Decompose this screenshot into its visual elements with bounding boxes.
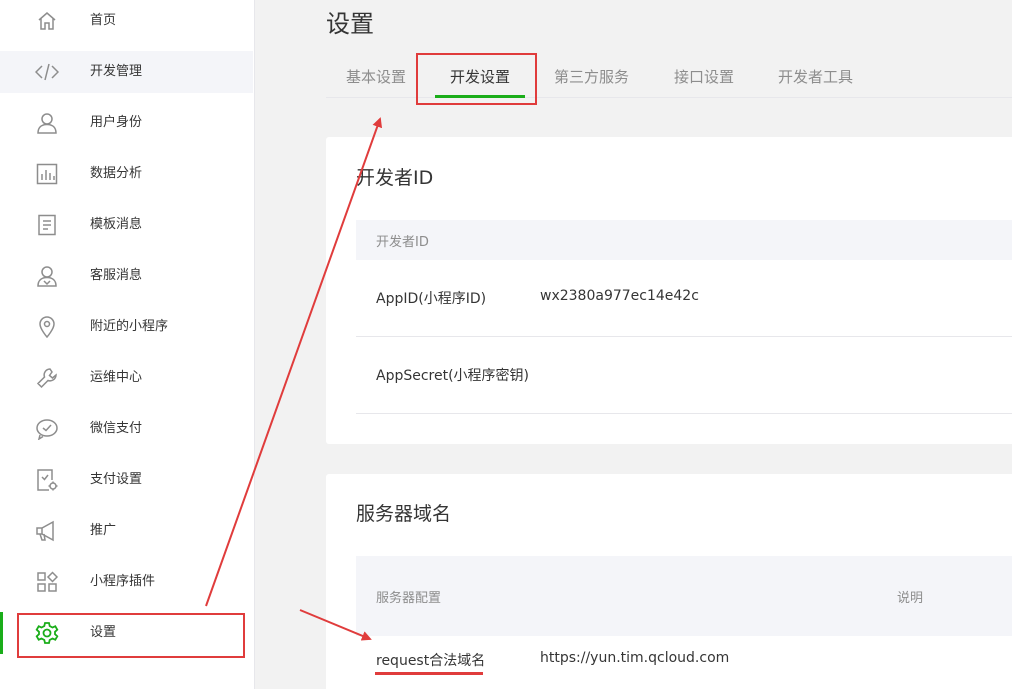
tab-third-party-services[interactable]: 第三方服务 [554,66,629,98]
sidebar-item-ops-center[interactable]: 运维中心 [0,357,253,399]
user-icon [35,111,59,135]
table-header: 服务器配置 说明 [356,556,1012,636]
card-title: 服务器域名 [356,503,452,525]
sidebar-item-data-analysis[interactable]: 数据分析 [0,153,253,195]
table-row: AppSecret(小程序密钥) [356,337,1012,414]
sidebar-item-promotion[interactable]: 推广 [0,510,253,552]
tab-label: 第三方服务 [554,68,630,86]
column-header-server-config: 服务器配置 [376,591,442,606]
sidebar-item-label: 数据分析 [90,166,143,181]
wechat-pay-icon [35,417,59,441]
developer-id-card: 开发者ID 开发者ID AppID(小程序ID) wx2380a977ec14e… [326,137,1012,444]
sidebar-item-plugins[interactable]: 小程序插件 [0,561,253,603]
sidebar-item-label: 小程序插件 [90,574,156,589]
sidebar-item-user-identity[interactable]: 用户身份 [0,102,253,144]
home-icon [35,9,59,33]
megaphone-icon [35,519,59,543]
wrench-icon [35,366,59,390]
column-header: 开发者ID [376,235,429,250]
table-header: 开发者ID [356,220,1012,260]
tab-developer-tools[interactable]: 开发者工具 [778,66,853,98]
chart-icon [35,162,59,186]
sidebar-item-label: 首页 [90,13,117,28]
request-domain-value: https://yun.tim.qcloud.com [540,650,730,666]
plugin-grid-icon [35,570,59,594]
sidebar-item-label: 推广 [90,523,117,538]
payment-settings-icon [35,468,59,492]
sidebar-item-label: 客服消息 [90,268,143,283]
sidebar-item-home[interactable]: 首页 [0,0,253,42]
sidebar-item-label: 开发管理 [90,64,143,79]
column-header-description: 说明 [897,591,924,606]
main-content: 设置 基本设置 开发设置 第三方服务 接口设置 开发者工具 开发者ID 开发者I… [256,0,1012,689]
tab-bar: 基本设置 开发设置 第三方服务 接口设置 开发者工具 [326,52,1012,98]
tab-dev-settings[interactable]: 开发设置 [435,66,526,98]
tab-basic-settings[interactable]: 基本设置 [346,66,406,98]
tab-label: 接口设置 [674,68,735,86]
table-row: request合法域名 https://yun.tim.qcloud.com [356,636,1012,689]
gear-icon [35,621,59,645]
appid-value[interactable]: wx2380a977ec14e42c [540,288,699,304]
tab-label: 开发设置 [450,68,511,86]
sidebar-item-label: 支付设置 [90,472,143,487]
request-domain-label: request合法域名 [376,653,486,669]
code-icon [35,60,59,84]
table-row: AppID(小程序ID) wx2380a977ec14e42c [356,260,1012,337]
sidebar-item-label: 用户身份 [90,115,143,130]
sidebar-item-settings[interactable]: 设置 [0,612,253,654]
card-title: 开发者ID [356,167,434,189]
sidebar: 首页 开发管理 用户身份 数据分析 模板消息 客服消息 附近的小程序 运维中心 … [0,0,255,689]
active-tab-indicator [435,95,526,98]
sidebar-item-template-messages[interactable]: 模板消息 [0,204,253,246]
sidebar-item-label: 运维中心 [90,370,143,385]
sidebar-item-dev-management[interactable]: 开发管理 [0,51,253,93]
document-icon [35,213,59,237]
page-title: 设置 [326,10,374,38]
tab-interface-settings[interactable]: 接口设置 [674,66,734,98]
customer-service-icon [35,264,59,288]
server-domain-card: 服务器域名 服务器配置 说明 request合法域名 https://yun.t… [326,474,1012,689]
location-pin-icon [35,315,59,339]
tab-label: 基本设置 [346,68,407,86]
sidebar-item-payment-settings[interactable]: 支付设置 [0,459,253,501]
sidebar-item-label: 设置 [90,625,117,640]
sidebar-item-label: 微信支付 [90,421,143,436]
sidebar-item-nearby-miniprograms[interactable]: 附近的小程序 [0,306,253,348]
annotation-underline-request-domain [375,672,483,675]
appsecret-label: AppSecret(小程序密钥) [376,368,530,384]
sidebar-item-label: 附近的小程序 [90,319,169,334]
sidebar-item-label: 模板消息 [90,217,143,232]
sidebar-item-customer-service[interactable]: 客服消息 [0,255,253,297]
tab-label: 开发者工具 [778,68,854,86]
sidebar-item-wechat-pay[interactable]: 微信支付 [0,408,253,450]
appid-label: AppID(小程序ID) [376,291,487,307]
